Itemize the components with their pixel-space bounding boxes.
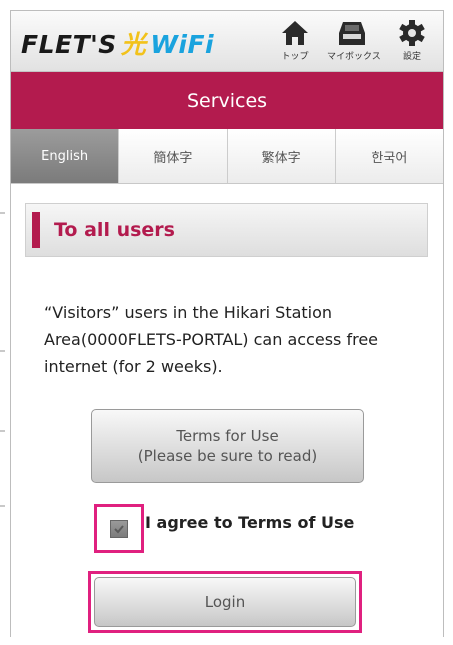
nav-mybox-button[interactable]: マイボックス	[327, 17, 381, 67]
login-button-label: Login	[204, 593, 246, 611]
agree-checkbox-highlight[interactable]	[94, 504, 144, 553]
terms-button-sublabel: (Please be sure to read)	[137, 447, 318, 465]
agree-label[interactable]: I agree to Terms of Use	[145, 513, 354, 532]
page-title: Services	[186, 89, 268, 112]
flets-wifi-logo[interactable]: FLET'S 光 WiFi	[21, 25, 214, 61]
tab-simplified-chinese[interactable]: 簡体字	[119, 129, 228, 183]
nav-settings-button[interactable]: 設定	[387, 17, 437, 67]
login-button-highlight: Login	[88, 571, 362, 633]
section-header: To all users	[25, 203, 428, 257]
tab-english[interactable]: English	[11, 129, 120, 183]
phone-screen: FLET'S 光 WiFi トップ マイボックス 設定 Services Eng…	[10, 10, 444, 637]
nav-mybox-label: マイボックス	[327, 52, 381, 62]
info-text: “Visitors” users in the Hikari Station A…	[44, 299, 424, 380]
tab-korean[interactable]: 한국어	[335, 129, 443, 183]
mybox-icon	[339, 22, 365, 45]
page-edge-mark	[0, 212, 5, 214]
nav-settings-label: 設定	[402, 52, 421, 62]
info-line: “Visitors” users in the Hikari Station	[44, 303, 333, 322]
info-line: Area(0000FLETS-PORTAL) can access free	[44, 330, 378, 349]
language-tabs: English 簡体字 繁体字 한국어	[11, 129, 443, 184]
section-title: To all users	[54, 219, 175, 241]
section-accent-bar	[32, 212, 40, 248]
page-edge-mark	[0, 350, 5, 352]
terms-button-label: Terms for Use	[176, 427, 279, 445]
page-edge-mark	[0, 505, 5, 507]
page-edge-mark	[0, 430, 5, 432]
top-bar: FLET'S 光 WiFi トップ マイボックス 設定	[11, 11, 443, 72]
login-button[interactable]: Login	[94, 577, 356, 627]
nav-top-button[interactable]: トップ	[270, 17, 320, 67]
gear-icon	[399, 20, 425, 46]
tab-traditional-chinese[interactable]: 繁体字	[227, 129, 336, 183]
info-line: internet (for 2 weeks).	[44, 357, 223, 376]
checkmark-icon	[114, 524, 124, 533]
agree-checkbox[interactable]	[110, 519, 128, 538]
page-title-bar: Services	[11, 72, 443, 129]
home-icon	[282, 21, 308, 45]
nav-top-label: トップ	[281, 52, 309, 62]
terms-of-use-button[interactable]: Terms for Use (Please be sure to read)	[91, 409, 364, 483]
